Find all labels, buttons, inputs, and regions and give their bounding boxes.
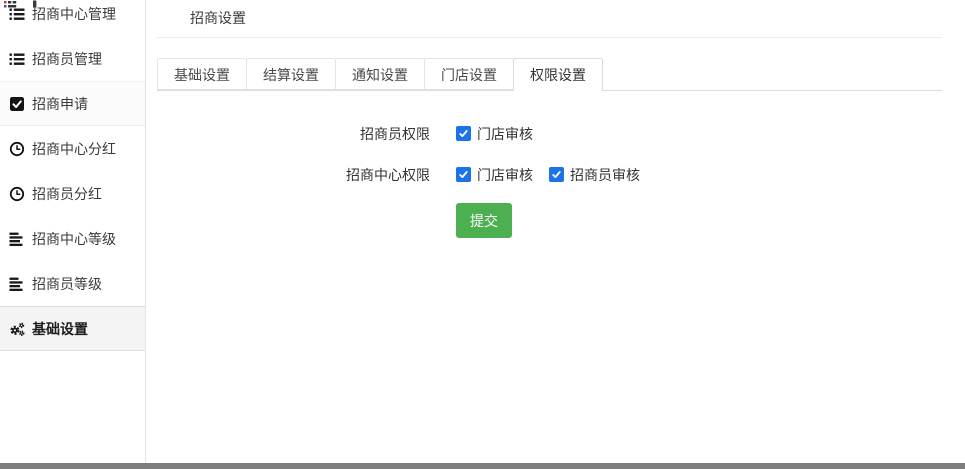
submit-button[interactable]: 提交 [456,203,512,238]
form-row-staff-permission: 招商员权限 门店审核 [157,121,942,146]
checkbox-checked-icon[interactable] [456,126,471,141]
sidebar-item-label: 招商员管理 [32,49,102,69]
sidebar-item-label: 招商员等级 [32,274,102,294]
settings-tab-bar: 基础设置 结算设置 通知设置 门店设置 权限设置 [157,58,942,91]
align-bars-icon [9,231,25,247]
sidebar-item-label: 招商员分红 [32,184,102,204]
checkbox-store-audit[interactable]: 门店审核 [456,124,533,144]
tab-store-settings[interactable]: 门店设置 [424,58,513,90]
sidebar-item-label: 招商中心等级 [32,229,116,249]
main-content: 招商设置 基础设置 结算设置 通知设置 门店设置 权限设置 招商员权限 门店审核 [146,0,965,463]
page-title: 招商设置 [157,0,942,38]
sidebar-item-staff-level[interactable]: 招商员等级 [0,261,145,306]
sidebar-item-center-dividend[interactable]: 招商中心分红 [0,126,145,171]
submit-row: 提交 [456,203,942,238]
sidebar-item-zhaoshang-center-manage[interactable]: 招商中心管理 [0,0,145,36]
sidebar-item-staff-dividend[interactable]: 招商员分红 [0,171,145,216]
checkbox-group: 门店审核 招商员审核 [456,165,640,185]
sidebar-item-label: 招商申请 [32,94,88,114]
checkbox-label[interactable]: 门店审核 [477,165,533,185]
sidebar-item-label: 基础设置 [32,319,88,339]
checkbox-label[interactable]: 招商员审核 [570,165,640,185]
bottom-edge-bar [0,463,965,469]
sidebar-menu: 招商中心管理 招商员管理 [0,0,145,351]
form-row-center-permission: 招商中心权限 门店审核 招商员审核 [157,162,942,187]
tab-basic-settings[interactable]: 基础设置 [157,58,246,90]
checkbox-checked-icon[interactable] [549,167,564,182]
clock-icon [9,141,25,157]
permission-form: 招商员权限 门店审核 招商中心权限 [157,121,942,238]
sidebar-item-label: 招商中心分红 [32,139,116,159]
sidebar: 招商中心管理 招商员管理 [0,0,146,463]
sidebar-item-basic-settings[interactable]: 基础设置 [0,306,145,351]
sidebar-item-center-level[interactable]: 招商中心等级 [0,216,145,261]
check-square-icon [9,96,25,112]
checkbox-label[interactable]: 门店审核 [477,124,533,144]
list-icon [9,51,25,67]
list-icon [9,6,25,22]
form-label: 招商中心权限 [157,165,430,185]
checkbox-group: 门店审核 [456,124,533,144]
form-label: 招商员权限 [157,124,430,144]
sidebar-item-zhaoshang-staff-manage[interactable]: 招商员管理 [0,36,145,81]
cogs-icon [9,321,25,337]
sidebar-item-label: 招商中心管理 [32,4,116,24]
checkbox-checked-icon[interactable] [456,167,471,182]
tab-settlement-settings[interactable]: 结算设置 [246,58,335,90]
checkbox-store-audit[interactable]: 门店审核 [456,165,533,185]
clock-icon [9,186,25,202]
align-bars-icon [9,276,25,292]
sidebar-item-zhaoshang-apply[interactable]: 招商申请 [0,81,145,126]
app-window: 招商中心管理 招商员管理 [0,0,965,469]
tab-notify-settings[interactable]: 通知设置 [335,58,424,90]
tab-permission-settings[interactable]: 权限设置 [513,58,603,91]
checkbox-staff-audit[interactable]: 招商员审核 [549,165,640,185]
